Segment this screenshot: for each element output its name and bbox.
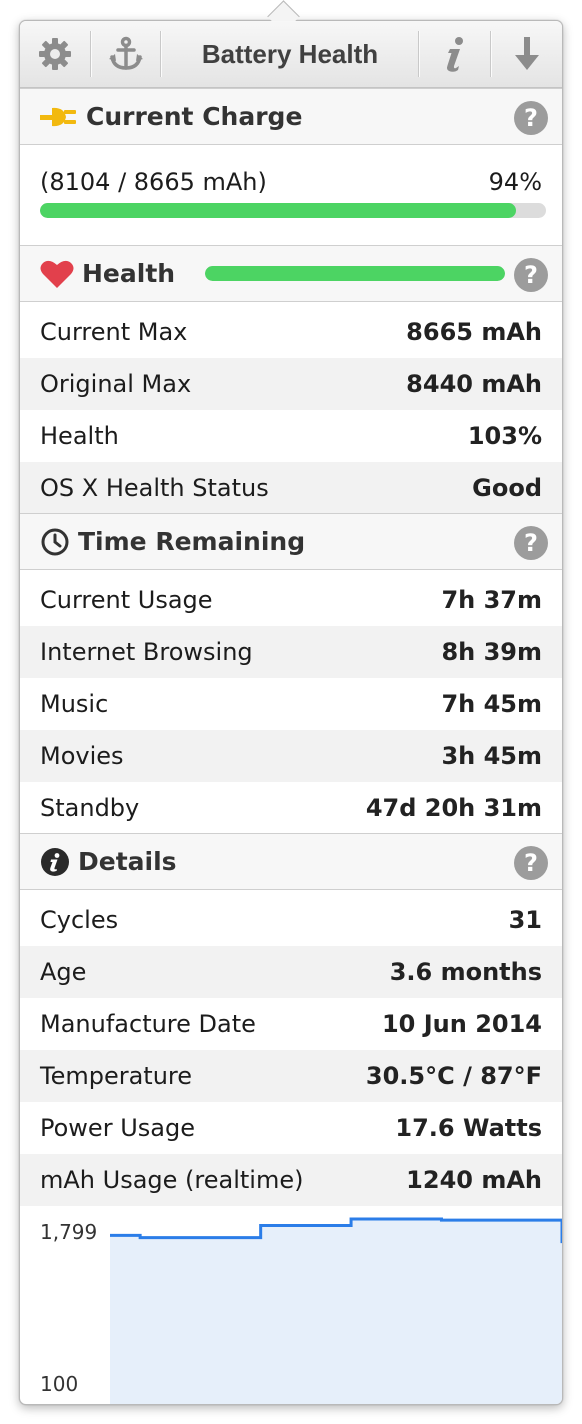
row-value: 31 xyxy=(508,906,542,934)
anchor-button[interactable] xyxy=(92,21,160,87)
anchor-icon xyxy=(109,36,143,70)
settings-button[interactable] xyxy=(20,21,90,87)
info-button[interactable] xyxy=(420,21,490,87)
help-button[interactable]: ? xyxy=(514,258,548,292)
row-label: OS X Health Status xyxy=(40,474,269,502)
row-label: Music xyxy=(40,690,109,718)
section-title: Time Remaining xyxy=(78,527,306,556)
charge-progress-bar xyxy=(40,203,546,218)
health-progress-bar xyxy=(205,266,506,281)
row-label: Original Max xyxy=(40,370,192,398)
health-progress-fill xyxy=(205,266,506,281)
details-row: Temperature 30.5°C / 87°F xyxy=(20,1050,562,1102)
row-label: mAh Usage (realtime) xyxy=(40,1166,304,1194)
help-button[interactable]: ? xyxy=(514,526,548,560)
y-axis-min-label: 100 xyxy=(40,1372,79,1396)
row-label: Internet Browsing xyxy=(40,638,253,666)
plug-icon xyxy=(40,105,78,129)
row-label: Power Usage xyxy=(40,1114,195,1142)
details-row: mAh Usage (realtime) 1240 mAh xyxy=(20,1154,562,1206)
section-title: Details xyxy=(78,847,177,876)
row-label: Current Usage xyxy=(40,586,213,614)
window-title: Battery Health xyxy=(201,38,379,69)
help-button[interactable]: ? xyxy=(514,101,548,135)
charge-capacity: (8104 / 8665 mAh) xyxy=(40,168,267,196)
gear-icon xyxy=(39,38,71,70)
row-value: 3h 45m xyxy=(441,742,542,770)
time-remaining-row: Standby 47d 20h 31m xyxy=(20,782,562,834)
row-value: 17.6 Watts xyxy=(395,1114,542,1142)
details-header: Details ? xyxy=(20,833,562,890)
details-row: Power Usage 17.6 Watts xyxy=(20,1102,562,1154)
row-value: Good xyxy=(472,474,542,502)
health-row: Health 103% xyxy=(20,410,562,462)
row-value: 1240 mAh xyxy=(406,1166,542,1194)
down-arrow-icon xyxy=(515,37,539,70)
row-label: Manufacture Date xyxy=(40,1010,256,1038)
row-label: Age xyxy=(40,958,87,986)
section-title: Current Charge xyxy=(86,102,303,131)
charge-capacity-row: (8104 / 8665 mAh) 94% xyxy=(20,157,562,207)
health-row: Original Max 8440 mAh xyxy=(20,358,562,410)
info-icon xyxy=(447,37,463,72)
help-button[interactable]: ? xyxy=(514,846,548,880)
row-value: 3.6 months xyxy=(389,958,542,986)
chart-plot-area xyxy=(110,1217,562,1404)
row-value: 8440 mAh xyxy=(406,370,542,398)
heart-icon xyxy=(40,259,74,289)
charge-progress-fill xyxy=(40,203,516,218)
row-value: 7h 37m xyxy=(441,586,542,614)
row-label: Health xyxy=(40,422,119,450)
row-value: 10 Jun 2014 xyxy=(381,1010,542,1038)
row-value: 8665 mAh xyxy=(406,318,542,346)
row-label: Movies xyxy=(40,742,124,770)
health-header: Health ? xyxy=(20,245,562,302)
row-label: Cycles xyxy=(40,906,119,934)
current-charge-header: Current Charge ? xyxy=(20,88,562,145)
download-button[interactable] xyxy=(492,21,562,87)
chart-area-fill xyxy=(110,1218,562,1404)
row-value: 47d 20h 31m xyxy=(365,794,542,822)
row-label: Current Max xyxy=(40,318,188,346)
toolbar: Battery Health xyxy=(20,21,562,88)
time-remaining-row: Movies 3h 45m xyxy=(20,730,562,782)
clock-icon xyxy=(40,527,70,557)
y-axis-max-label: 1,799 xyxy=(40,1220,98,1244)
row-value: 103% xyxy=(467,422,542,450)
row-value: 7h 45m xyxy=(441,690,542,718)
details-row: Manufacture Date 10 Jun 2014 xyxy=(20,998,562,1050)
details-row: Cycles 31 xyxy=(20,894,562,946)
time-remaining-row: Internet Browsing 8h 39m xyxy=(20,626,562,678)
section-title: Health xyxy=(82,259,176,288)
details-row: Age 3.6 months xyxy=(20,946,562,998)
info-circle-icon xyxy=(40,847,70,877)
health-row: Current Max 8665 mAh xyxy=(20,306,562,358)
time-remaining-row: Music 7h 45m xyxy=(20,678,562,730)
battery-health-popover: Battery Health Current Charge ? (8104 / … xyxy=(19,20,563,1405)
time-remaining-row: Current Usage 7h 37m xyxy=(20,574,562,626)
health-row: OS X Health Status Good xyxy=(20,462,562,514)
row-value: 30.5°C / 87°F xyxy=(365,1062,542,1090)
time-remaining-header: Time Remaining ? xyxy=(20,513,562,570)
row-label: Standby xyxy=(40,794,140,822)
charge-percent: 94% xyxy=(488,168,542,196)
mah-usage-chart: 1,799 100 xyxy=(20,1204,562,1404)
row-label: Temperature xyxy=(40,1062,193,1090)
row-value: 8h 39m xyxy=(441,638,542,666)
